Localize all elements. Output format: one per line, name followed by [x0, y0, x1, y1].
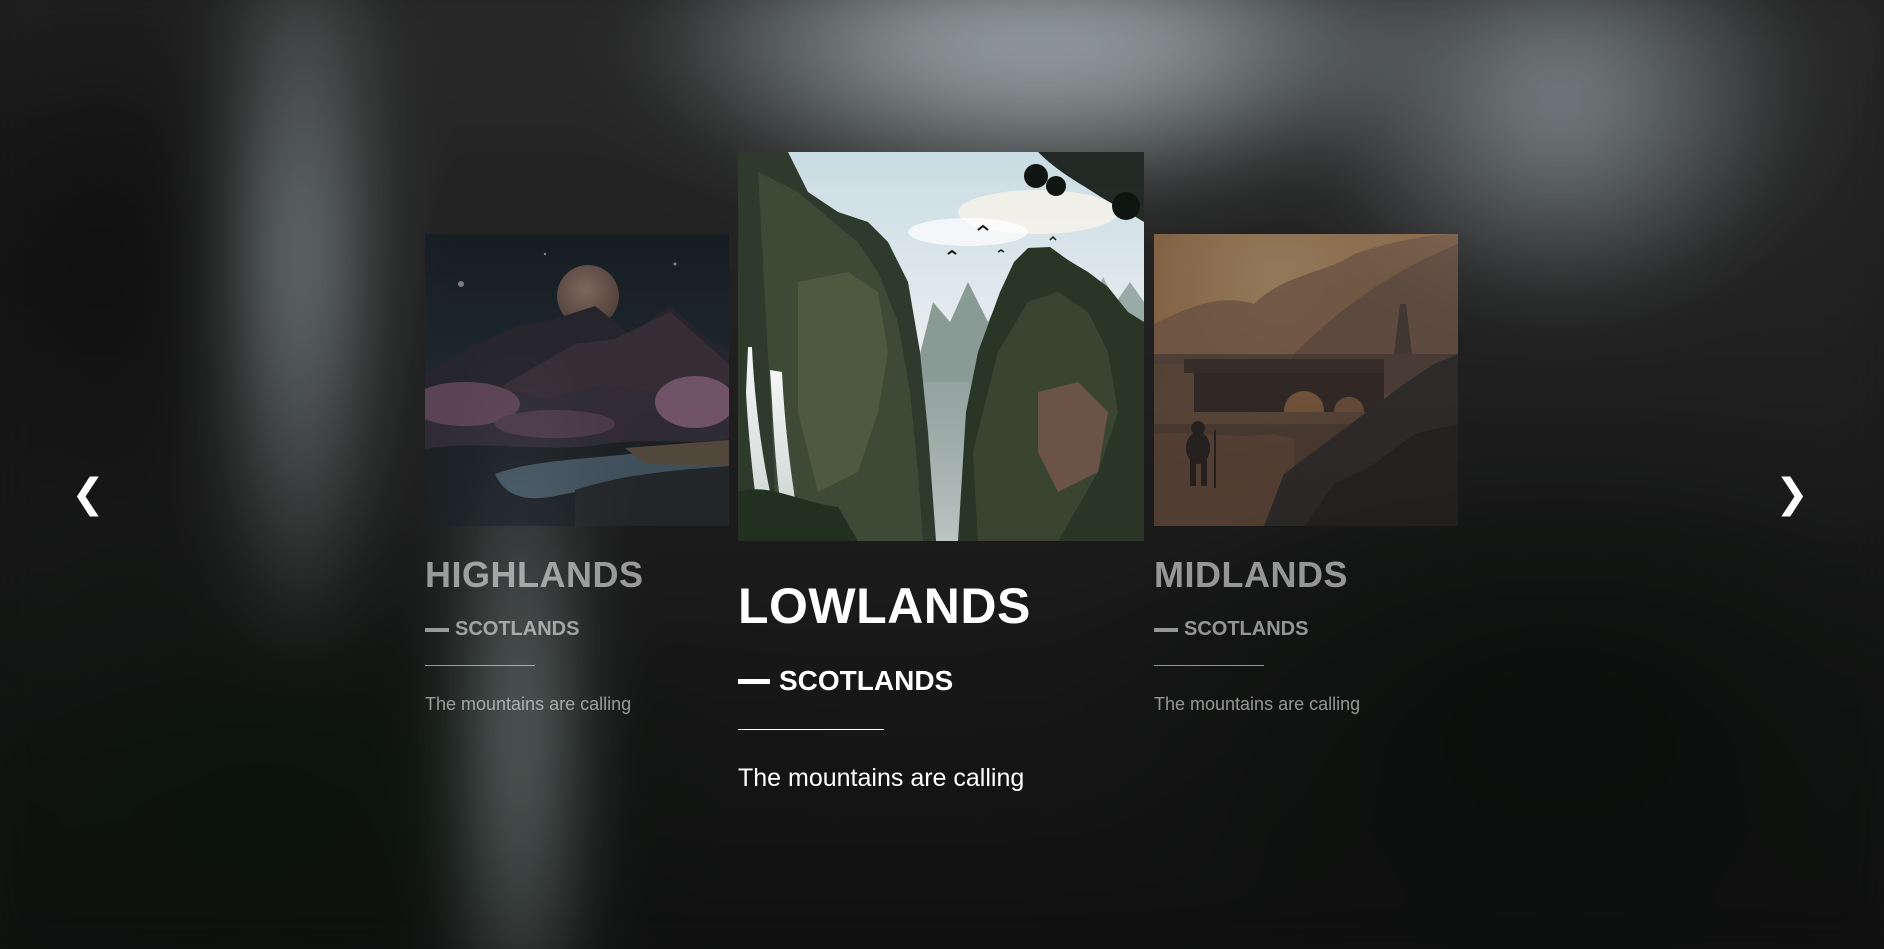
slide-midlands[interactable]: MIDLANDS SCOTLANDS The mountains are cal…	[1154, 234, 1458, 715]
slide-title: LOWLANDS	[738, 578, 1031, 634]
slide-subtitle-text: SCOTLANDS	[1184, 618, 1309, 640]
slide-subtitle-text: SCOTLANDS	[455, 618, 580, 640]
divider-line	[1154, 665, 1264, 666]
carousel: ❮ ❯ HIGHLANDS SCOTLANDS The mountains ar…	[0, 0, 1884, 949]
slide-image-highlands[interactable]	[425, 234, 729, 526]
moonlit-mountains-illustration	[425, 234, 729, 526]
carousel-page: ❮ ❯ HIGHLANDS SCOTLANDS The mountains ar…	[0, 0, 1884, 949]
dash-decoration	[425, 627, 449, 632]
slide-description: The mountains are calling	[738, 764, 1025, 792]
sunset-hiker-illustration	[1154, 234, 1458, 526]
slide-image-lowlands[interactable]	[738, 152, 1144, 541]
slide-subtitle: SCOTLANDS	[738, 665, 1144, 697]
dash-decoration	[1154, 627, 1178, 632]
slide-description: The mountains are calling	[1154, 694, 1361, 714]
slide-lowlands[interactable]: LOWLANDS SCOTLANDS The mountains are cal…	[738, 152, 1144, 793]
slide-highlands[interactable]: HIGHLANDS SCOTLANDS The mountains are ca…	[425, 234, 729, 715]
slide-title: MIDLANDS	[1154, 554, 1348, 595]
slide-title: HIGHLANDS	[425, 554, 644, 595]
slide-description: The mountains are calling	[425, 694, 632, 714]
next-arrow-icon[interactable]: ❯	[1772, 472, 1812, 516]
slide-subtitle: SCOTLANDS	[425, 618, 729, 641]
divider-line	[425, 665, 535, 666]
divider-line	[738, 729, 884, 730]
slide-subtitle: SCOTLANDS	[1154, 618, 1458, 641]
previous-arrow-icon[interactable]: ❮	[68, 472, 108, 516]
dash-decoration	[738, 678, 770, 684]
slide-subtitle-text: SCOTLANDS	[779, 665, 954, 696]
waterfall-canyon-illustration	[738, 152, 1144, 541]
slide-image-midlands[interactable]	[1154, 234, 1458, 526]
